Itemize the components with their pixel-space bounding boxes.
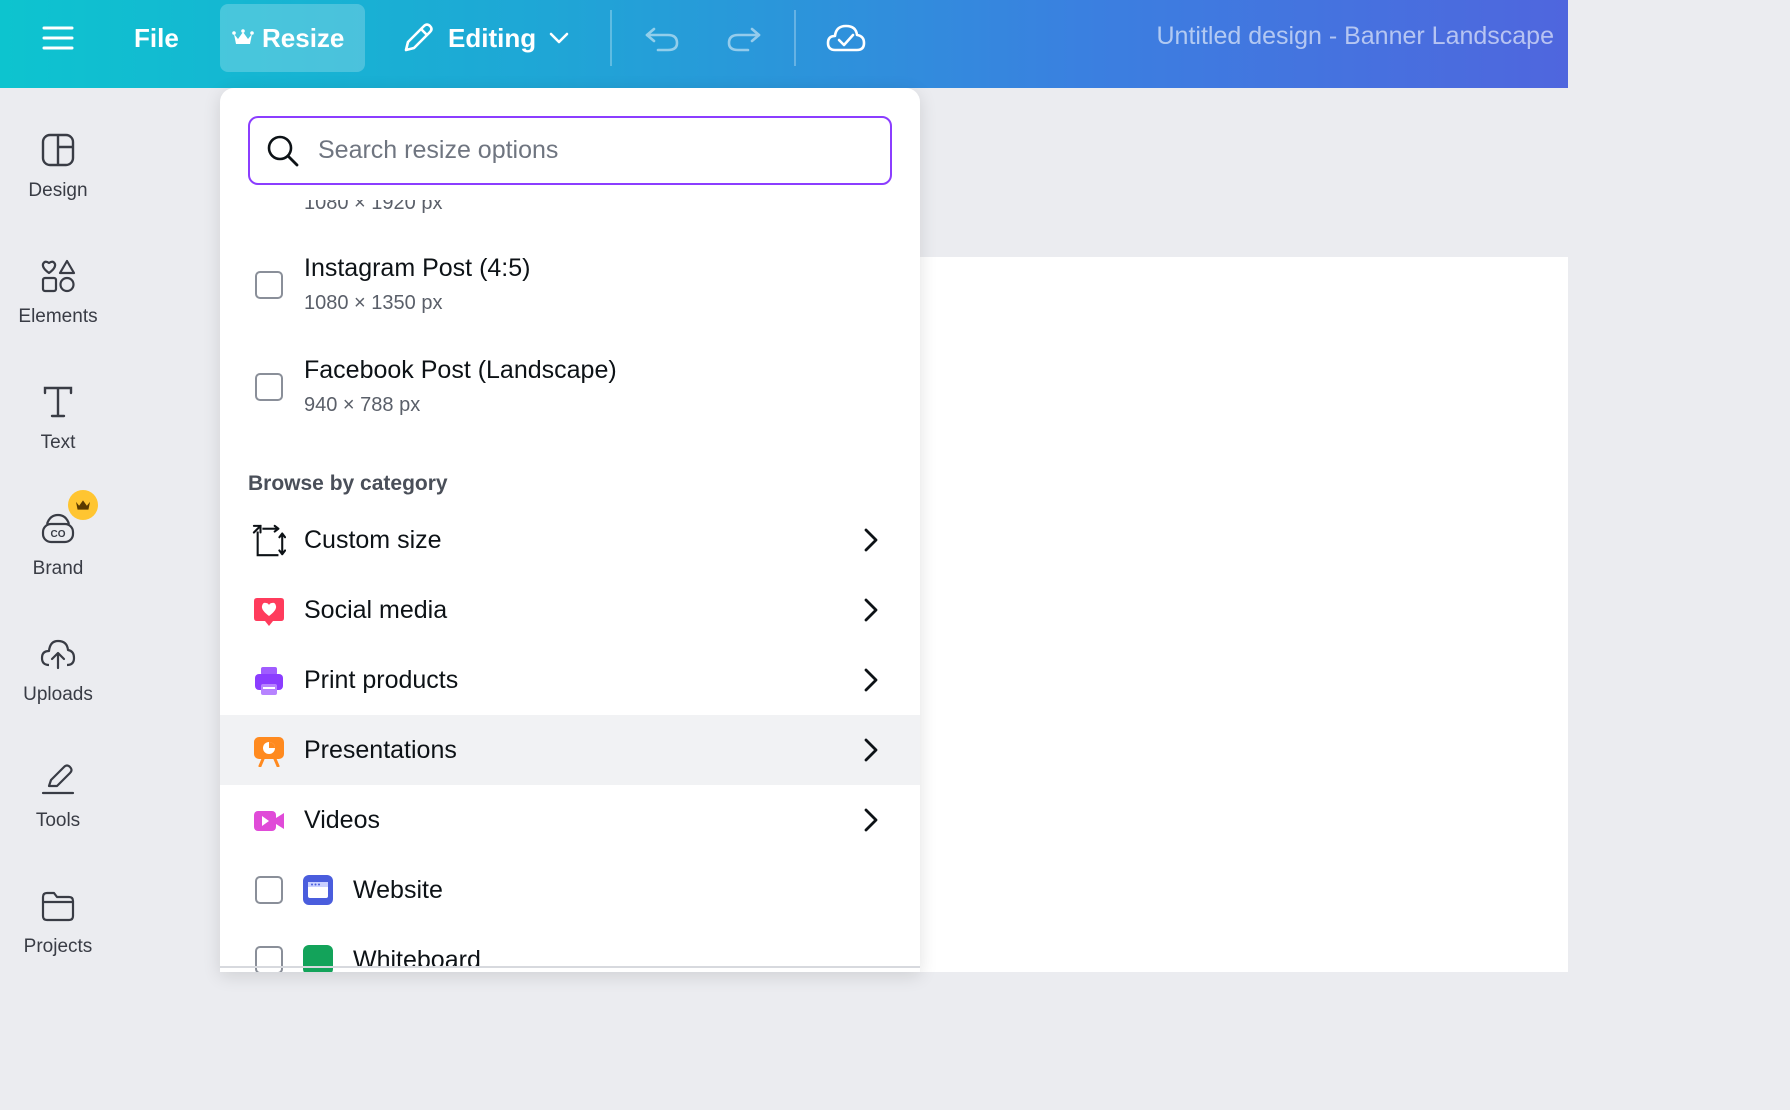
option-dimensions: 940 × 788 px xyxy=(304,394,421,416)
option-checkbox[interactable] xyxy=(255,373,283,401)
sidebar-item-design[interactable]: Design xyxy=(0,130,116,240)
redo-button[interactable] xyxy=(708,4,780,72)
video-icon xyxy=(252,804,286,838)
crown-icon xyxy=(76,500,90,510)
design-icon xyxy=(38,130,78,170)
toolbar-divider xyxy=(610,10,612,66)
crown-icon xyxy=(232,29,254,44)
category-videos[interactable]: Videos xyxy=(220,785,920,855)
chevron-down-icon xyxy=(549,32,569,44)
panel-footer-divider xyxy=(220,966,920,968)
search-icon xyxy=(267,135,299,166)
file-menu-button[interactable]: File xyxy=(118,4,195,72)
custom-size-icon xyxy=(252,524,286,558)
design-page[interactable] xyxy=(920,257,1568,972)
sidebar-item-label: Brand xyxy=(32,558,84,579)
category-presentations[interactable]: Presentations xyxy=(220,715,920,785)
sidebar-item-label: Elements xyxy=(18,306,98,327)
sidebar-item-uploads[interactable]: Uploads xyxy=(0,634,116,744)
sidebar-item-label: Projects xyxy=(23,936,93,957)
pencil-icon xyxy=(404,23,433,52)
option-title: Whiteboard xyxy=(353,945,481,973)
sidebar-item-elements[interactable]: Elements xyxy=(0,256,116,366)
elements-icon xyxy=(38,256,78,296)
sidebar-item-label: Tools xyxy=(35,810,81,831)
tools-icon xyxy=(38,760,78,800)
option-title: Website xyxy=(353,875,443,904)
hamburger-icon xyxy=(42,26,74,50)
browse-category-heading: Browse by category xyxy=(248,472,448,495)
redo-icon xyxy=(727,27,761,52)
category-social-media[interactable]: Social media xyxy=(220,575,920,645)
option-title: Instagram Post (4:5) xyxy=(304,254,531,282)
left-sidebar: Design Elements Text CO Brand Uploads To… xyxy=(0,88,116,972)
option-checkbox[interactable] xyxy=(255,271,283,299)
presentation-icon xyxy=(252,734,286,768)
category-label: Videos xyxy=(304,805,380,834)
option-checkbox[interactable] xyxy=(255,876,283,904)
category-custom-size[interactable]: Custom size xyxy=(220,505,920,575)
option-dimensions: 1080 × 1350 px xyxy=(304,292,443,314)
website-icon xyxy=(303,875,333,905)
resize-option-whiteboard[interactable]: Whiteboard xyxy=(220,925,920,972)
file-label: File xyxy=(134,22,179,53)
text-icon xyxy=(38,382,78,422)
cloud-check-icon xyxy=(826,24,866,52)
top-toolbar: File Resize Editing Untitled design - Ba… xyxy=(0,0,1568,88)
resize-option-website[interactable]: Website xyxy=(220,855,920,925)
resize-button[interactable]: Resize xyxy=(220,4,365,72)
sidebar-item-label: Design xyxy=(28,180,88,201)
chevron-right-icon xyxy=(864,668,878,692)
category-label: Presentations xyxy=(304,735,457,764)
undo-icon xyxy=(645,27,679,52)
sidebar-item-projects[interactable]: Projects xyxy=(0,886,116,996)
sidebar-item-label: Uploads xyxy=(23,684,93,705)
resize-options-list[interactable]: 1080 × 1920 px Instagram Post (4:5) 1080… xyxy=(220,200,920,972)
resize-option-facebook-post[interactable]: Facebook Post (Landscape) 940 × 788 px xyxy=(220,342,920,432)
sidebar-item-text[interactable]: Text xyxy=(0,382,116,492)
resize-dropdown-panel: 1080 × 1920 px Instagram Post (4:5) 1080… xyxy=(220,88,920,972)
save-status-button[interactable] xyxy=(810,4,882,72)
heart-icon xyxy=(252,594,286,628)
undo-button[interactable] xyxy=(626,4,698,72)
svg-text:CO: CO xyxy=(51,529,66,540)
category-label: Print products xyxy=(304,665,459,694)
editing-mode-button[interactable]: Editing xyxy=(384,4,586,72)
chevron-right-icon xyxy=(864,738,878,762)
sidebar-item-label: Text xyxy=(40,432,76,453)
resize-label: Resize xyxy=(262,22,345,53)
chevron-right-icon xyxy=(864,528,878,552)
category-label: Social media xyxy=(304,595,448,624)
chevron-right-icon xyxy=(864,598,878,622)
editing-label: Editing xyxy=(448,22,537,53)
category-print-products[interactable]: Print products xyxy=(220,645,920,715)
resize-search-input[interactable] xyxy=(318,136,858,165)
brand-icon: CO xyxy=(38,490,98,548)
document-title[interactable]: Untitled design - Banner Landscape xyxy=(1157,22,1555,51)
premium-crown-badge xyxy=(68,490,98,520)
upload-icon xyxy=(38,634,78,674)
partial-option-dims: 1080 × 1920 px xyxy=(304,200,443,214)
category-label: Custom size xyxy=(304,525,442,554)
resize-search-box[interactable] xyxy=(248,116,892,185)
sidebar-item-tools[interactable]: Tools xyxy=(0,760,116,870)
printer-icon xyxy=(252,664,286,698)
resize-option-instagram-post[interactable]: Instagram Post (4:5) 1080 × 1350 px xyxy=(220,240,920,330)
folder-icon xyxy=(38,886,78,926)
menu-button[interactable] xyxy=(22,4,94,72)
sidebar-item-brand[interactable]: CO Brand xyxy=(0,490,116,618)
chevron-right-icon xyxy=(864,808,878,832)
option-checkbox[interactable] xyxy=(255,946,283,972)
toolbar-divider xyxy=(794,10,796,66)
option-title: Facebook Post (Landscape) xyxy=(304,356,617,384)
